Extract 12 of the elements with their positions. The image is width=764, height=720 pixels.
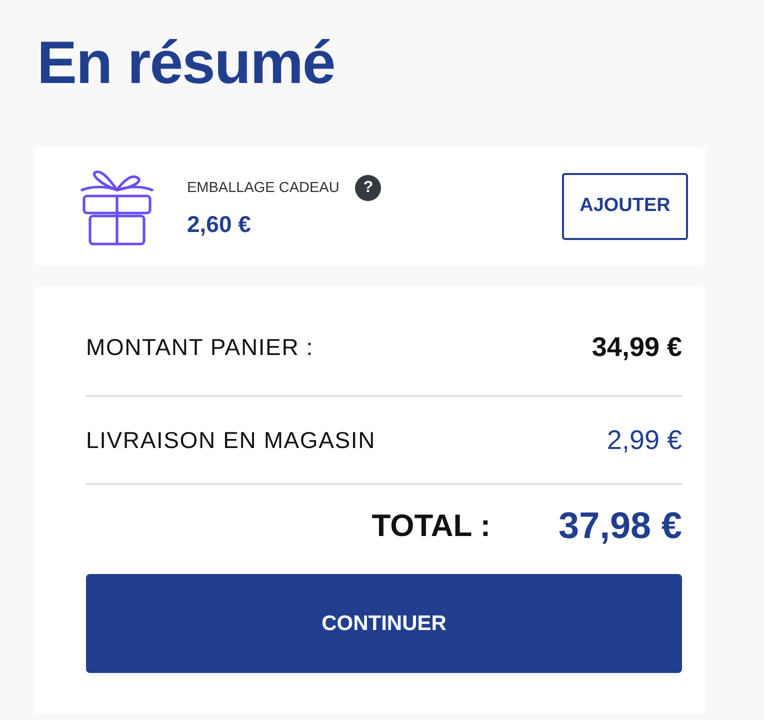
line-label: LIVRAISON EN MAGASIN [86, 426, 376, 454]
line-amount: 34,99 € [592, 332, 682, 362]
total-label: TOTAL : [372, 508, 491, 544]
help-icon[interactable]: ? [355, 174, 382, 200]
gift-wrap-price: 2,60 € [187, 210, 251, 238]
page-title: En résumé [37, 28, 335, 98]
total-amount: 37,98 € [558, 505, 682, 547]
add-button[interactable]: AJOUTER [562, 172, 688, 240]
gift-wrap-label: EMBALLAGE CADEAU [187, 180, 340, 196]
line-amount: 2,99 € [606, 424, 682, 456]
continue-button[interactable]: CONTINUER [86, 574, 682, 673]
line-label: MONTANT PANIER : [86, 334, 314, 360]
